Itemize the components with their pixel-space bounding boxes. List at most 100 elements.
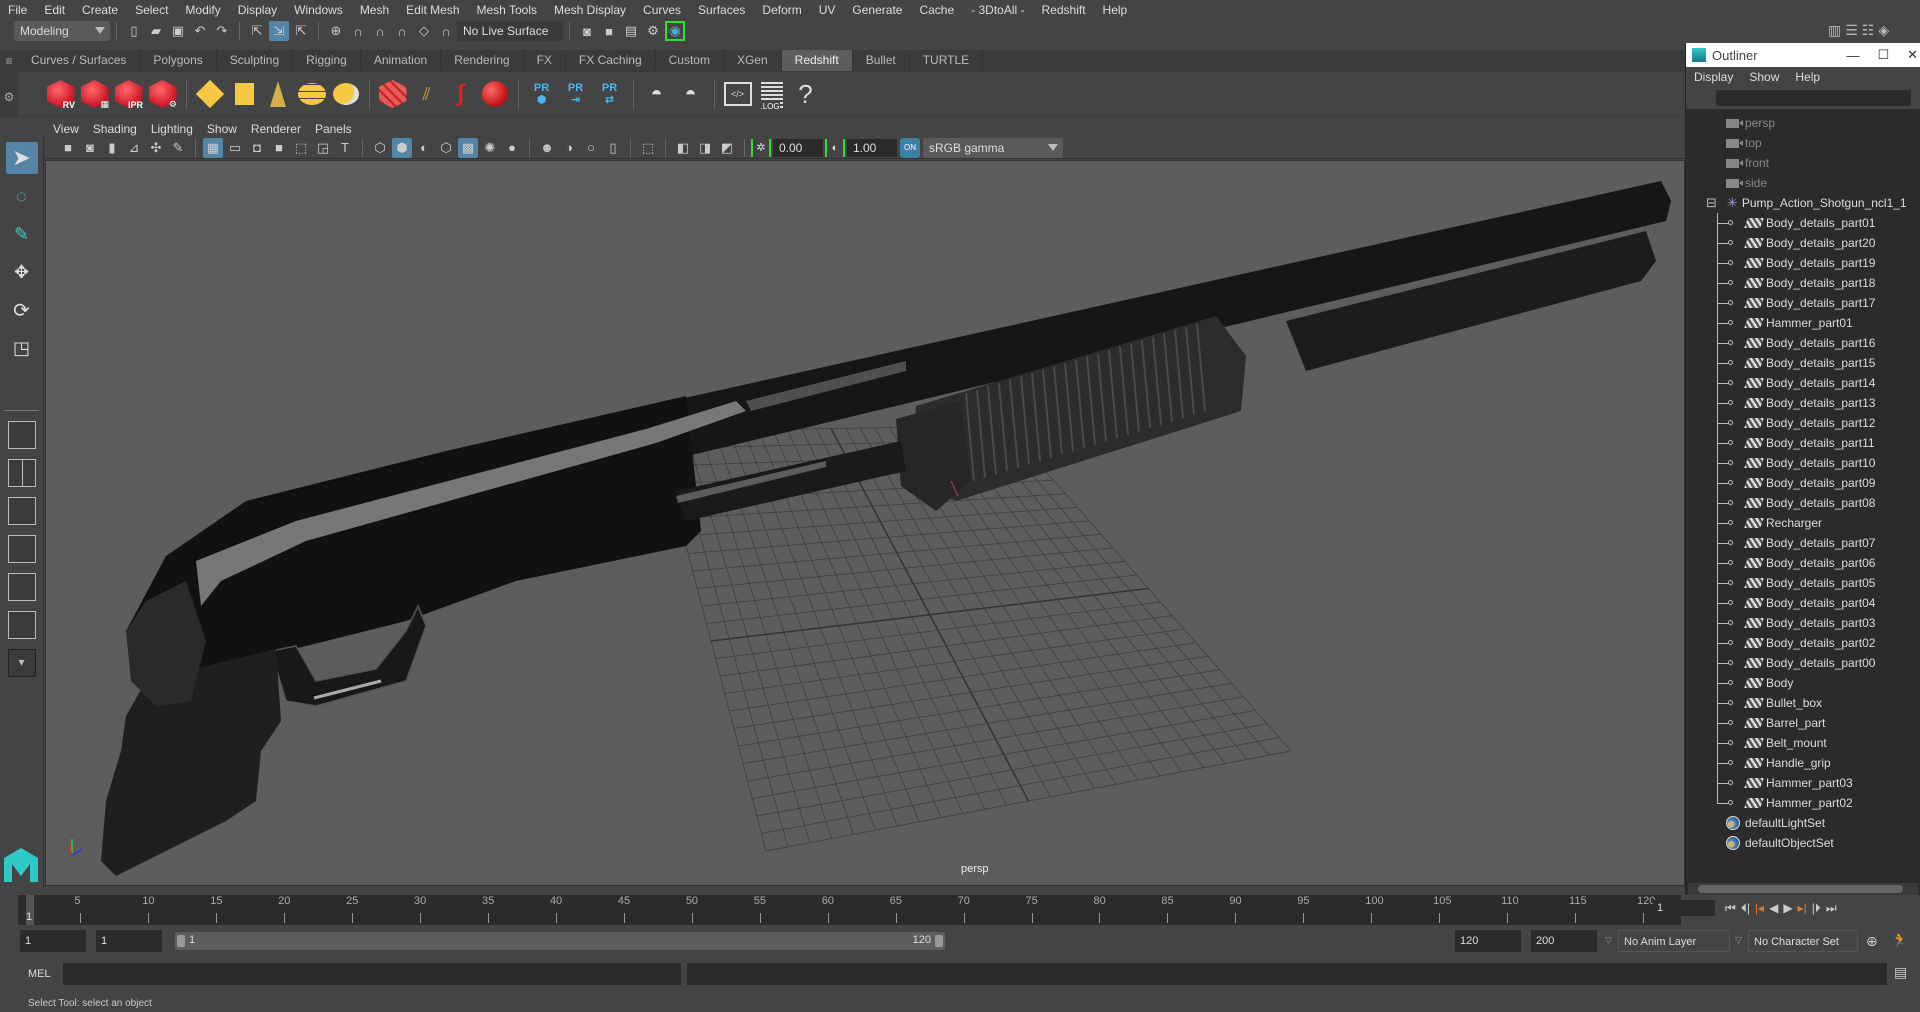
current-frame-field[interactable]: 1 [1653,900,1715,916]
minimize-button[interactable]: — [1846,48,1859,63]
color-management-toggle-icon[interactable]: ON [900,137,920,158]
go-to-end-icon[interactable]: ⏭ [1826,901,1837,916]
material-ball-button[interactable] [478,76,511,112]
modeling-toolkit-icon[interactable]: ▥ [1828,22,1841,39]
step-back-frame-icon[interactable]: ⏴| [1741,901,1750,916]
shelf-tab-custom[interactable]: Custom [656,50,724,71]
anti-aliasing-icon[interactable]: ○ [581,138,601,158]
menu-generate[interactable]: Generate [852,3,902,17]
render-settings-icon[interactable]: ⚙ [643,21,663,41]
select-object-icon[interactable]: ⇲ [269,21,289,41]
shelf-tab-sculpting[interactable]: Sculpting [217,50,294,71]
menu-mesh[interactable]: Mesh [360,3,389,17]
open-scene-icon[interactable]: ▰ [146,21,166,41]
outliner-item-group[interactable]: ⊟ ✳ Pump_Action_Shotgun_ncl1_1 [1686,193,1920,213]
xray-icon[interactable]: ◧ [673,138,693,158]
scrollbar-thumb[interactable] [1698,885,1903,893]
shelf-tab-polygons[interactable]: Polygons [140,50,217,71]
redshift-render-sequence-button[interactable]: ▦ [78,76,111,112]
motion-blur-icon[interactable]: ◑ [559,138,579,158]
ipr-render-icon[interactable]: ▤ [621,21,641,41]
log-button[interactable]: .LOG [755,76,788,112]
use-default-material-icon[interactable]: ◐ [414,138,434,158]
outliner-horizontal-scrollbar[interactable] [1688,883,1918,895]
pr-object-button[interactable]: PR ⬢ [525,76,558,112]
redshift-settings-button[interactable]: ⚙ [146,76,179,112]
exposure-icon[interactable]: ✲ [751,138,771,157]
auto-key-icon[interactable]: ⊕ [1866,933,1878,950]
outliner-item-side[interactable]: side [1686,173,1920,193]
render-frame-icon[interactable]: ■ [599,21,619,41]
new-scene-icon[interactable]: ▯ [124,21,144,41]
film-gate-icon[interactable]: ▭ [225,138,245,158]
viewport-persp[interactable]: persp [45,160,1685,886]
select-hierarchy-icon[interactable]: ⇱ [247,21,267,41]
outliner-item-front[interactable]: front [1686,153,1920,173]
menu-edit[interactable]: Edit [44,3,65,17]
script-button[interactable]: </> [721,76,754,112]
range-start-handle[interactable] [177,935,185,947]
playback-end-field[interactable]: 120 [1455,930,1521,952]
shelf-tab-fx[interactable]: FX [524,50,566,71]
area-light-button[interactable] [193,76,226,112]
pr-export-button[interactable]: PR ⇥ [559,76,592,112]
xray-joints-icon[interactable]: ◨ [695,138,715,158]
range-end-handle[interactable] [935,935,943,947]
field-chart-icon[interactable]: ⬚ [291,138,311,158]
bake-all-button[interactable]: ◓ [674,76,707,112]
textured-icon[interactable]: ▩ [458,137,478,158]
shadows-icon[interactable]: ● [502,138,522,158]
exposure-field[interactable]: 0.00 [773,138,823,157]
mel-input[interactable] [63,963,681,985]
shotgun-model[interactable] [101,181,1671,876]
outliner-search-input[interactable] [1716,90,1911,106]
menu-cache[interactable]: Cache [919,3,954,17]
animation-preferences-icon[interactable]: 🏃 [1891,932,1908,949]
close-button[interactable]: ✕ [1907,47,1918,63]
shelf-tab-fx-caching[interactable]: FX Caching [566,50,656,71]
2d-pan-zoom-icon[interactable]: ✣ [146,138,166,158]
play-forwards-icon[interactable]: ▶ [1783,901,1792,915]
chevron-down-icon[interactable]: ▽ [1605,935,1612,946]
shelf-tab-bullet[interactable]: Bullet [853,50,910,71]
rotate-tool[interactable]: ⟳ [6,294,38,326]
menu-curves[interactable]: Curves [643,3,681,17]
menu-deform[interactable]: Deform [762,3,801,17]
use-all-lights-icon[interactable]: ✺ [480,138,500,158]
menu-mesh-display[interactable]: Mesh Display [554,3,626,17]
mel-label[interactable]: MEL [28,968,51,980]
wireframe-on-shaded-icon[interactable]: ⬡ [436,138,456,158]
menu-help[interactable]: Help [1103,3,1128,17]
graph-persp-layout-button[interactable] [7,535,36,563]
redo-icon[interactable]: ↷ [212,21,232,41]
menu-file[interactable]: File [8,3,27,17]
shelf-tab-rigging[interactable]: Rigging [293,50,361,71]
screen-space-ao-icon[interactable]: ☻ [537,138,557,158]
outliner-item-top[interactable]: top [1686,133,1920,153]
menu-3dtoall[interactable]: - 3DtoAll - [971,3,1024,17]
shelf-tab-redshift[interactable]: Redshift [781,50,853,71]
menu-select[interactable]: Select [135,3,168,17]
shelf-tab-curves-surfaces[interactable]: Curves / Surfaces [18,50,141,71]
outliner-item-set[interactable]: defaultObjectSet [1686,833,1920,853]
proxy-button[interactable] [376,76,409,112]
sun-sky-button[interactable] [329,76,362,112]
menu-surfaces[interactable]: Surfaces [698,3,745,17]
hypershade-persp-layout-button[interactable] [7,573,36,601]
menu-mesh-tools[interactable]: Mesh Tools [477,3,537,17]
play-backwards-icon[interactable]: ◀ [1769,901,1778,915]
color-space-dropdown[interactable]: sRGB gamma [923,137,1063,158]
outliner-menu-show[interactable]: Show [1749,70,1779,84]
channel-box-icon[interactable]: ◈ [1878,22,1889,39]
isolate-select-icon[interactable]: ⬚ [638,138,658,158]
animation-end-field[interactable]: 200 [1531,930,1597,952]
maximize-button[interactable]: ☐ [1877,47,1889,63]
help-button[interactable]: ? [789,76,822,112]
snap-view-plane-icon[interactable]: ∩ [392,21,412,41]
ies-light-button[interactable] [261,76,294,112]
gamma-icon[interactable]: ◐ [825,138,845,157]
shelf-menu-icon[interactable]: ≡ [0,54,18,68]
image-plane-icon[interactable]: ⊿ [124,138,144,158]
current-frame-marker[interactable]: 1 [26,895,34,925]
collapse-icon[interactable]: ⊟ [1706,195,1717,211]
